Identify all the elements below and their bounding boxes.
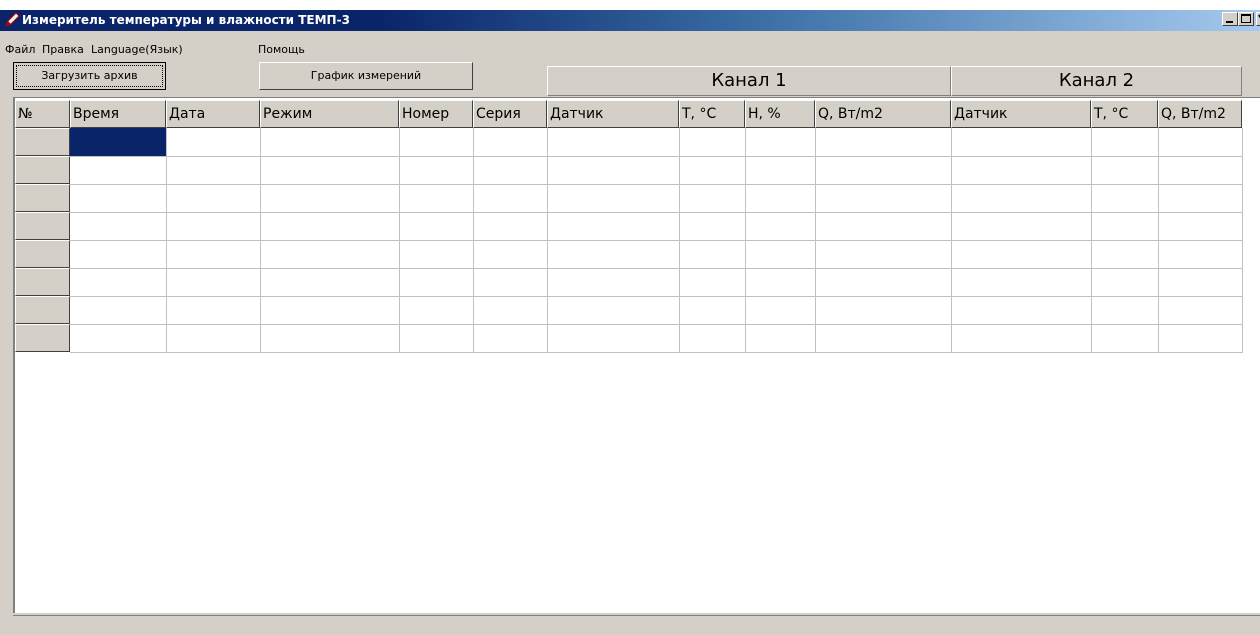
pen-icon [5, 12, 20, 27]
selected-cell[interactable] [70, 128, 166, 156]
column-header-date[interactable]: Дата [166, 100, 260, 128]
row-header[interactable] [15, 240, 70, 268]
status-bar [13, 615, 1260, 635]
maximize-button[interactable] [1238, 12, 1254, 26]
column-header-time[interactable]: Время [70, 100, 166, 128]
grid-line [1242, 128, 1243, 353]
grid-line [70, 324, 1242, 325]
close-button[interactable] [1256, 12, 1260, 26]
menu-edit[interactable]: Правка [42, 43, 84, 56]
measurement-grid[interactable] [13, 97, 1260, 613]
row-header[interactable] [15, 128, 70, 156]
column-header-ch1-temp[interactable]: T, °C [679, 100, 745, 128]
minimize-button[interactable] [1222, 12, 1238, 26]
column-header-series[interactable]: Серия [473, 100, 547, 128]
channel-2-header: Канал 2 [951, 66, 1242, 96]
column-header-ch1-heatflux[interactable]: Q, Вт/m2 [815, 100, 951, 128]
menu-help[interactable]: Помощь [258, 43, 305, 56]
window-title: Измеритель температуры и влажности ТЕМП-… [22, 13, 350, 27]
grid-line [70, 352, 1242, 353]
grid-line [70, 156, 1242, 157]
column-header-id[interactable]: Номер [399, 100, 473, 128]
row-header[interactable] [15, 296, 70, 324]
row-header[interactable] [15, 184, 70, 212]
column-header-ch2-temp[interactable]: T, °C [1091, 100, 1158, 128]
column-header-ch2-sensor[interactable]: Датчик [951, 100, 1091, 128]
chart-button[interactable]: График измерений [259, 62, 473, 90]
grid-line [70, 184, 1242, 185]
column-header-ch1-humidity[interactable]: H, % [745, 100, 815, 128]
menu-file[interactable]: Файл [5, 43, 35, 56]
load-archive-button[interactable]: Загрузить архив [13, 62, 166, 90]
grid-line [70, 296, 1242, 297]
row-header[interactable] [15, 212, 70, 240]
row-header[interactable] [15, 268, 70, 296]
minimize-icon [1226, 21, 1233, 23]
grid-line [70, 240, 1242, 241]
title-bar[interactable]: Измеритель температуры и влажности ТЕМП-… [0, 10, 1260, 31]
menu-language[interactable]: Language(Язык) [91, 43, 183, 56]
column-header-mode[interactable]: Режим [260, 100, 399, 128]
column-header-number[interactable]: № [15, 100, 70, 128]
load-archive-label: Загрузить архив [16, 65, 163, 87]
row-header[interactable] [15, 156, 70, 184]
column-header-ch2-heatflux[interactable]: Q, Вт/m2 [1158, 100, 1242, 128]
channel-1-header: Канал 1 [547, 66, 951, 96]
maximize-icon [1241, 14, 1251, 23]
grid-line [70, 212, 1242, 213]
menu-bar: Файл Правка Language(Язык) Помощь [0, 41, 1260, 59]
row-header[interactable] [15, 324, 70, 352]
column-header-ch1-sensor[interactable]: Датчик [547, 100, 679, 128]
grid-line [70, 268, 1242, 269]
